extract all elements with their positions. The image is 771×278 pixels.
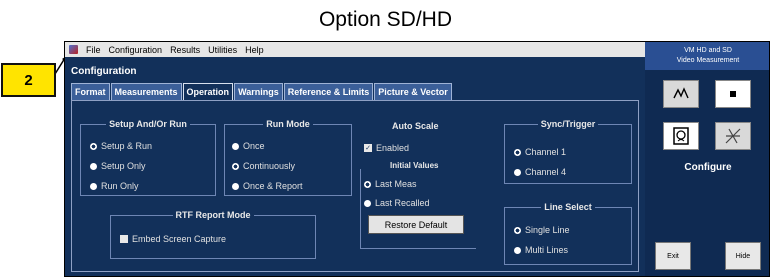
radio-channel-4[interactable]: Channel 4 [514,167,566,177]
restore-default-button[interactable]: Restore Default [368,215,464,234]
radio-last-recalled[interactable]: Last Recalled [364,198,430,208]
checkbox-embed-screen-capture[interactable]: Embed Screen Capture [120,234,226,244]
stop-icon [730,91,736,97]
radio-label: Single Line [525,225,570,235]
line-select-group-title: Line Select [541,202,595,212]
radio-single-line[interactable]: Single Line [514,225,570,235]
operation-panel: Setup And/Or Run Setup & Run Setup Only … [71,100,639,272]
exit-button[interactable]: Exit [655,242,691,270]
face-tool-button[interactable] [663,122,699,150]
radio-label: Once & Report [243,181,303,191]
hide-button[interactable]: Hide [725,242,761,270]
checkbox-label: Enabled [376,143,410,153]
tab-operation[interactable]: Operation [182,83,234,100]
radio-selected-icon [514,226,521,234]
menu-bar: File Configuration Results Utilities Hel… [65,42,645,57]
menu-utilities[interactable]: Utilities [208,45,237,55]
radio-setup-only[interactable]: Setup Only [90,161,146,171]
radio-selected-icon [232,162,239,170]
tab-warnings[interactable]: Warnings [234,83,283,100]
stop-button[interactable] [715,80,751,108]
radio-once[interactable]: Once [232,141,265,151]
configure-label: Configure [684,162,732,173]
side-panel: VM HD and SD Video Measurement Configure… [645,42,769,276]
tab-picture-vector[interactable]: Picture & Vector [374,83,452,100]
sync-trigger-group-title: Sync/Trigger [537,119,599,129]
radio-setup-run[interactable]: Setup & Run [90,141,152,151]
radio-icon [90,182,97,190]
checkbox-label: Embed Screen Capture [132,234,227,244]
figure-caption: Option SD/HD [318,8,453,31]
menu-file[interactable]: File [86,45,101,55]
radio-label: Setup Only [101,161,146,171]
tab-bar: Format Measurements Operation Warnings R… [71,83,453,100]
radio-label: Channel 1 [525,147,567,157]
menu-configuration[interactable]: Configuration [109,45,163,55]
radio-last-meas[interactable]: Last Meas [364,179,417,189]
side-header: VM HD and SD Video Measurement [645,42,769,70]
radio-multi-lines[interactable]: Multi Lines [514,245,568,255]
vector-tool-button[interactable] [715,122,751,150]
checkbox-icon [120,235,128,243]
checkbox-checked-icon: ✓ [364,144,372,152]
waveform-tool-button[interactable] [663,80,699,108]
radio-continuously[interactable]: Continuously [232,161,295,171]
side-header-line1: VM HD and SD [684,47,732,54]
radio-label: Channel 4 [525,167,567,177]
app-icon [69,45,78,54]
radio-icon [514,168,521,176]
setup-group-title: Setup And/Or Run [106,119,190,129]
radio-label: Last Meas [375,179,417,189]
auto-scale-title: Auto Scale [392,121,439,131]
radio-label: Last Recalled [375,198,430,208]
radio-label: Run Only [101,181,139,191]
vector-icon [725,128,741,144]
tab-measurements[interactable]: Measurements [110,83,182,100]
radio-selected-icon [514,148,521,156]
initial-values-title: Initial Values [390,161,439,170]
radio-icon [90,162,97,170]
app-window: File Configuration Results Utilities Hel… [64,41,770,277]
tab-format[interactable]: Format [71,83,110,100]
radio-once-report[interactable]: Once & Report [232,181,303,191]
run-mode-group-title: Run Mode [263,119,313,129]
page-title: Configuration [71,66,137,77]
line-select-group: Line Select [504,202,632,265]
menu-help[interactable]: Help [245,45,264,55]
face-icon [673,127,689,145]
radio-icon [232,182,239,190]
rtf-group-title: RTF Report Mode [172,210,254,220]
radio-label: Continuously [243,161,296,171]
radio-label: Setup & Run [101,141,153,151]
tab-reference-limits[interactable]: Reference & Limits [283,83,374,100]
waveform-icon [673,87,689,99]
radio-selected-icon [90,142,97,150]
radio-icon [514,246,521,254]
radio-selected-icon [364,180,371,188]
side-header-line2: Video Measurement [676,57,740,64]
radio-channel-1[interactable]: Channel 1 [514,147,566,157]
checkbox-auto-scale-enabled[interactable]: ✓ Enabled [364,143,409,153]
radio-run-only[interactable]: Run Only [90,181,139,191]
radio-label: Multi Lines [525,245,569,255]
menu-results[interactable]: Results [170,45,200,55]
radio-icon [364,199,371,207]
callout-number: 2 [1,63,56,97]
radio-icon [232,142,239,150]
radio-label: Once [243,141,265,151]
